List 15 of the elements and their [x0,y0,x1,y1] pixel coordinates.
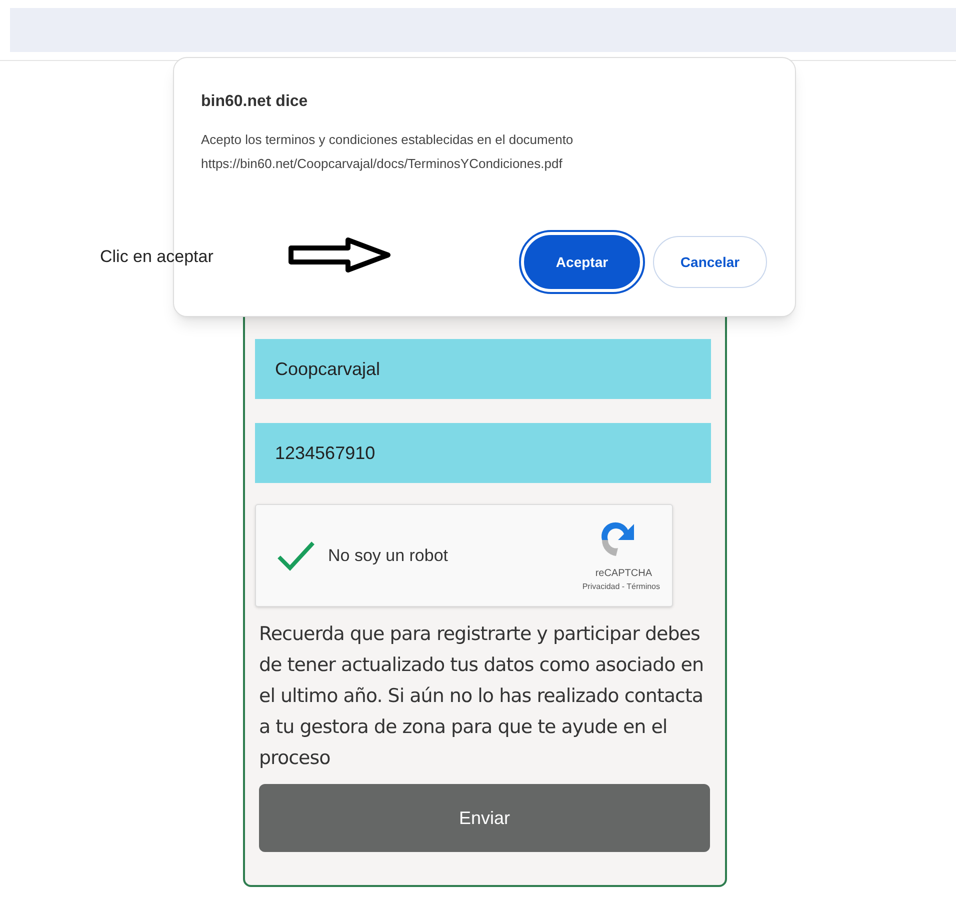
captcha-brand: reCAPTCHA [595,567,652,581]
cancel-button[interactable]: Cancelar [653,236,767,288]
arrow-icon [288,237,392,273]
captcha-label: No soy un robot [328,544,448,567]
notice-text: Recuerda que para registrarte y participar debes de tener actualizado tus datos como asociado en el ultimo año. Si aún no lo has realizado contacta a tu gestora de zona para que te ayude en el proceso [258,622,705,771]
dialog-title: bin60.net dice [201,92,309,112]
captcha-links: Privacidad - Términos [582,581,660,593]
accept-button[interactable]: Aceptar [521,232,643,292]
dialog-url: https://bin60.net/Coopcarvajal/docs/TerminosYCondiciones.pdf [201,155,564,173]
text-field[interactable]: Coopcarvajal [255,339,711,399]
checkmark-icon[interactable] [276,540,316,572]
submit-button[interactable]: Enviar [259,784,710,852]
annotation-text: Clic en aceptar [100,246,214,268]
dialog-message: Acepto los terminos y condiciones establecidas en el documento [201,131,574,149]
text-field[interactable]: 1234567910 [255,423,711,483]
